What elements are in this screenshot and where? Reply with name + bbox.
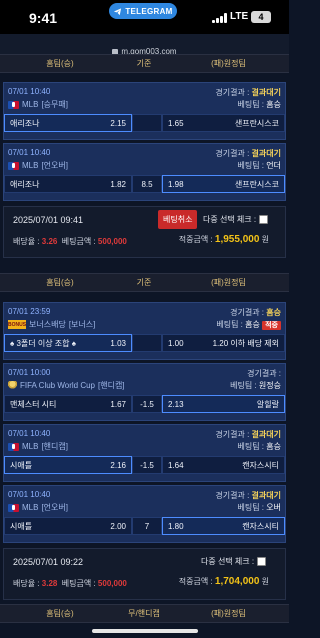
odds-row: 애리조나 1.82 8.5 1.98 샌프란시스코 [4, 175, 285, 193]
mlb-icon [8, 442, 19, 451]
mid-cell: 7 [132, 517, 162, 535]
match-result: 경기결과 : 결과대기 [215, 491, 281, 500]
away-odds-cell[interactable]: 1.80 캔자스시티 [162, 517, 285, 535]
bet-card: 07/01 23:59 BONUS 보너스배당 [보너스] 경기결과 : 홈승 베팅… [3, 302, 286, 360]
table-header: 홈팀(승) 무/핸디캡 (패)원정팀 [0, 604, 289, 623]
bet-pick: 베팅팀 : 홈승 적중 [216, 319, 281, 330]
home-odds-cell[interactable]: 시애틀 2.16 [4, 456, 132, 474]
match-datetime: 07/01 10:40 [8, 148, 51, 157]
win-badge: 적중 [262, 321, 281, 330]
bet-summary: 2025/07/01 09:41 베팅취소 다중 선택 체크 : 배당율 : 3… [3, 206, 286, 258]
telegram-pill[interactable]: TELEGRAM [109, 3, 177, 19]
home-odds-cell[interactable]: 시애틀 2.00 [4, 517, 132, 535]
league-label: FIFA Club World Cup [핸디캡] [8, 380, 125, 391]
league-label: MLB [언오버] [8, 502, 68, 513]
away-odds-cell[interactable]: 1.65 샌프란시스코 [162, 114, 285, 132]
match-result: 경기결과 : 홈승 [230, 308, 281, 317]
league-label: MLB [승무패] [8, 99, 68, 110]
bet-card: 07/01 10:40 MLB [언오버] 경기결과 : 결과대기 베팅팀 : 언… [3, 143, 286, 201]
telegram-label: TELEGRAM [125, 6, 173, 16]
rate-amount-line: 배당율 : 3.26 베팅금액 : 500,000 [13, 237, 127, 246]
away-odds-cell[interactable]: 1.00 1.20 이하 배당 제외 [162, 334, 285, 352]
match-result: 경기결과 : 결과대기 [215, 430, 281, 439]
status-bar: 9:41 TELEGRAM LTE 4 [0, 0, 289, 34]
league-label: MLB [핸디캡] [8, 441, 68, 452]
bet-card: 07/01 10:40 MLB [승무패] 경기결과 : 결과대기 베팅팀 : 홈… [3, 82, 286, 140]
bet-pick: 베팅팀 : 홈승 [237, 100, 282, 109]
signal-icon [212, 13, 227, 23]
table-header: 홈팀(승) 기준 (패)원정팀 [0, 273, 289, 292]
status-time: 9:41 [29, 10, 58, 26]
mid-cell [132, 114, 162, 132]
header-home: 홈팀(승) [46, 278, 74, 287]
mlb-icon [8, 503, 19, 512]
match-result: 경기결과 : [247, 369, 281, 378]
home-odds-cell[interactable]: 애리조나 1.82 [4, 175, 132, 193]
odds-row: 애리조나 2.15 1.65 샌프란시스코 [4, 114, 285, 132]
bet-card: 07/01 10:40 MLB [핸디캡] 경기결과 : 결과대기 베팅팀 : 홈… [3, 424, 286, 482]
mid-cell: -1.5 [132, 395, 162, 413]
multi-select-checkbox[interactable] [257, 557, 267, 566]
multi-select-checkbox[interactable] [259, 215, 269, 224]
multi-select: 다중 선택 체크 : [203, 214, 269, 225]
header-home: 홈팀(승) [46, 59, 74, 68]
bonus-icon: BONUS [7, 320, 27, 329]
odds-row: 맨체스터 시티 1.67 -1.5 2.13 알힐랄 [4, 395, 285, 413]
mlb-icon [8, 161, 19, 170]
mid-cell [132, 334, 162, 352]
header-away: (패)원정팀 [211, 59, 246, 68]
header-mid: 기준 [136, 278, 152, 287]
bet-pick: 베팅팀 : 오버 [237, 503, 282, 512]
odds-row: 시애틀 2.16 -1.5 1.64 캔자스시티 [4, 456, 285, 474]
away-odds-cell[interactable]: 2.13 알힐랄 [162, 395, 285, 413]
multi-select: 다중 선택 체크 : [201, 556, 267, 567]
bet-pick: 베팅팀 : 언더 [237, 161, 282, 170]
league-label: BONUS 보너스배당 [보너스] [7, 320, 96, 329]
bet-pick: 베팅팀 : 원정승 [230, 381, 281, 390]
battery-icon: 4 [251, 11, 271, 23]
win-amount: 적중금액 : 1,704,000 원 [178, 576, 269, 587]
away-odds-cell[interactable]: 1.98 샌프란시스코 [162, 175, 285, 193]
bet-card: 07/01 10:40 MLB [언오버] 경기결과 : 결과대기 베팅팀 : 오… [3, 485, 286, 543]
home-odds-cell[interactable]: ♠ 3폴더 이상 조합 ♠ 1.03 [4, 334, 132, 352]
match-datetime: 07/01 23:59 [8, 307, 51, 316]
bet-pick: 베팅팀 : 홈승 [237, 442, 282, 451]
bet-card: 07/01 10:00 FIFA Club World Cup [핸디캡] 경기결… [3, 363, 286, 421]
header-home: 홈팀(승) [46, 609, 74, 618]
home-odds-cell[interactable]: 애리조나 2.15 [4, 114, 132, 132]
league-label: MLB [언오버] [8, 160, 68, 171]
bet-summary: 2025/07/01 09:22 다중 선택 체크 : 배당율 : 3.28 베… [3, 548, 286, 600]
table-header: 홈팀(승) 기준 (패)원정팀 [0, 54, 289, 73]
header-mid: 기준 [136, 59, 152, 68]
match-datetime: 07/01 10:40 [8, 490, 51, 499]
win-amount: 적중금액 : 1,955,000 원 [178, 234, 269, 245]
match-datetime: 07/01 10:00 [8, 368, 51, 377]
header-away: (패)원정팀 [211, 609, 246, 618]
match-result: 경기결과 : 결과대기 [215, 88, 281, 97]
bet-datetime: 2025/07/01 09:22 [13, 557, 84, 567]
home-indicator[interactable] [92, 629, 198, 633]
away-odds-cell[interactable]: 1.64 캔자스시티 [162, 456, 285, 474]
mid-cell: -1.5 [132, 456, 162, 474]
mid-cell: 8.5 [132, 175, 162, 193]
telegram-icon [114, 7, 122, 15]
odds-row: 시애틀 2.00 7 1.80 캔자스시티 [4, 517, 285, 535]
odds-row: ♠ 3폴더 이상 조합 ♠ 1.03 1.00 1.20 이하 배당 제외 [4, 334, 285, 352]
rate-amount-line: 배당율 : 3.28 베팅금액 : 500,000 [13, 579, 127, 588]
match-datetime: 07/01 10:40 [8, 87, 51, 96]
bet-datetime: 2025/07/01 09:41 [13, 215, 84, 225]
header-mid: 무/핸디캡 [128, 609, 160, 618]
network-type: LTE [230, 11, 249, 22]
home-odds-cell[interactable]: 맨체스터 시티 1.67 [4, 395, 132, 413]
cancel-bet-button[interactable]: 베팅취소 [158, 210, 198, 229]
trophy-icon [8, 380, 17, 391]
header-away: (패)원정팀 [211, 278, 246, 287]
match-datetime: 07/01 10:40 [8, 429, 51, 438]
match-result: 경기결과 : 결과대기 [215, 149, 281, 158]
mlb-icon [8, 100, 19, 109]
